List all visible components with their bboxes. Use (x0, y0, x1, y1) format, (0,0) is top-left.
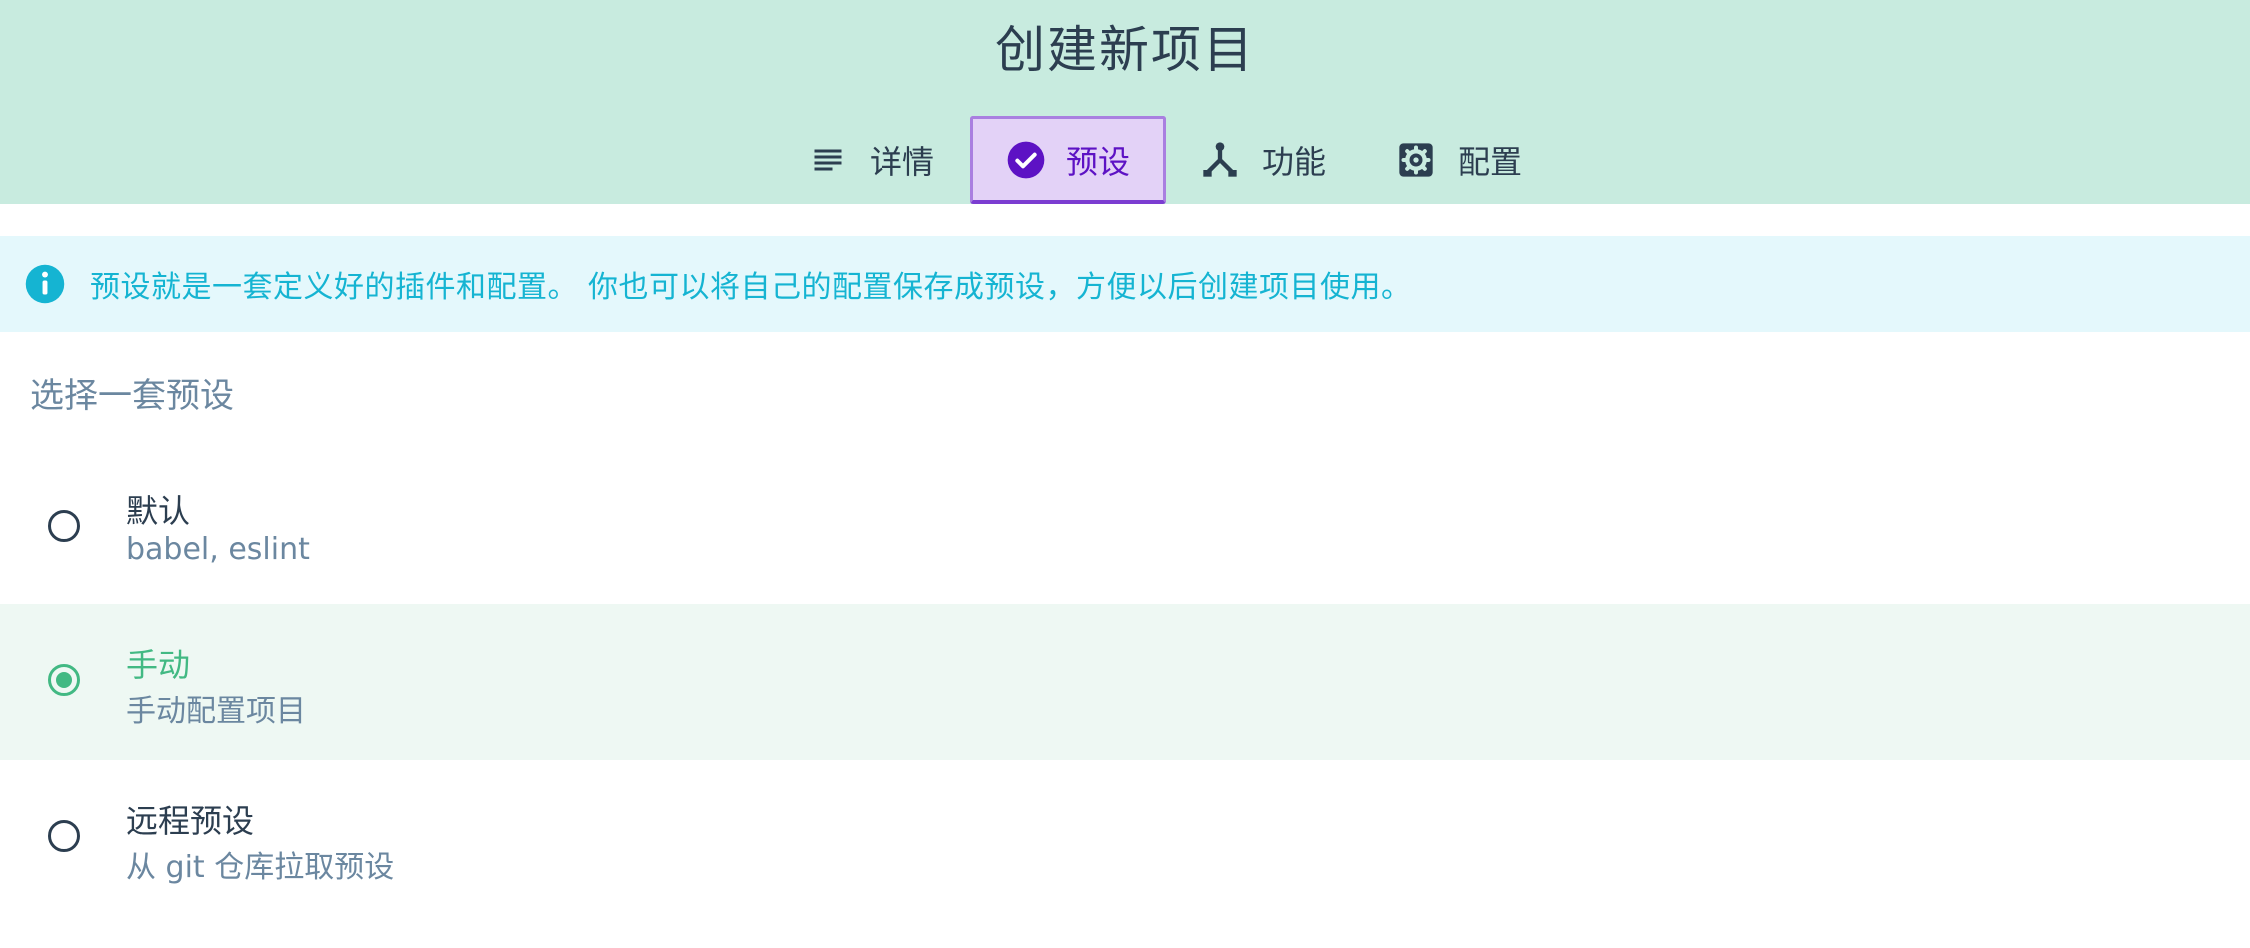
preset-option-default[interactable]: 默认 babel, eslint (0, 450, 2250, 606)
radio-button[interactable] (48, 510, 80, 542)
page-title: 创建新项目 (995, 21, 1255, 79)
call-split-icon (1200, 140, 1240, 180)
preset-name: 手动 (126, 646, 191, 684)
info-icon (24, 263, 66, 305)
header: 创建新项目 详情 预设 功能 配置 (0, 0, 2250, 204)
settings-box-icon (1396, 140, 1436, 180)
preset-name: 远程预设 (126, 802, 255, 840)
tab-features-label: 功能 (1262, 143, 1327, 181)
tab-details-label: 详情 (870, 143, 935, 181)
wizard-tabs: 详情 预设 功能 配置 (0, 116, 2250, 204)
info-text: 预设就是一套定义好的插件和配置。 你也可以将自己的配置保存成预设，方便以后创建项… (90, 270, 1412, 305)
tab-presets-label: 预设 (1065, 142, 1130, 181)
preset-name: 默认 (126, 492, 191, 530)
preset-option-remote[interactable]: 远程预设 从 git 仓库拉取预设 (0, 760, 2250, 916)
preset-option-manual[interactable]: 手动 手动配置项目 (0, 604, 2250, 760)
preset-description: babel, eslint (126, 532, 310, 567)
radio-button[interactable] (48, 820, 80, 852)
radio-button-selected[interactable] (48, 664, 80, 696)
check-circle-icon (1006, 140, 1046, 180)
tab-presets[interactable]: 预设 (970, 116, 1166, 204)
preset-description: 手动配置项目 (126, 694, 306, 729)
tab-details[interactable]: 详情 (808, 116, 960, 204)
tab-config[interactable]: 配置 (1396, 116, 1556, 204)
subject-icon (808, 140, 848, 180)
tab-features[interactable]: 功能 (1200, 116, 1360, 204)
tab-config-label: 配置 (1458, 143, 1523, 181)
preset-description: 从 git 仓库拉取预设 (126, 850, 395, 885)
info-banner: 预设就是一套定义好的插件和配置。 你也可以将自己的配置保存成预设，方便以后创建项… (0, 236, 2250, 332)
section-title: 选择一套预设 (30, 376, 234, 416)
